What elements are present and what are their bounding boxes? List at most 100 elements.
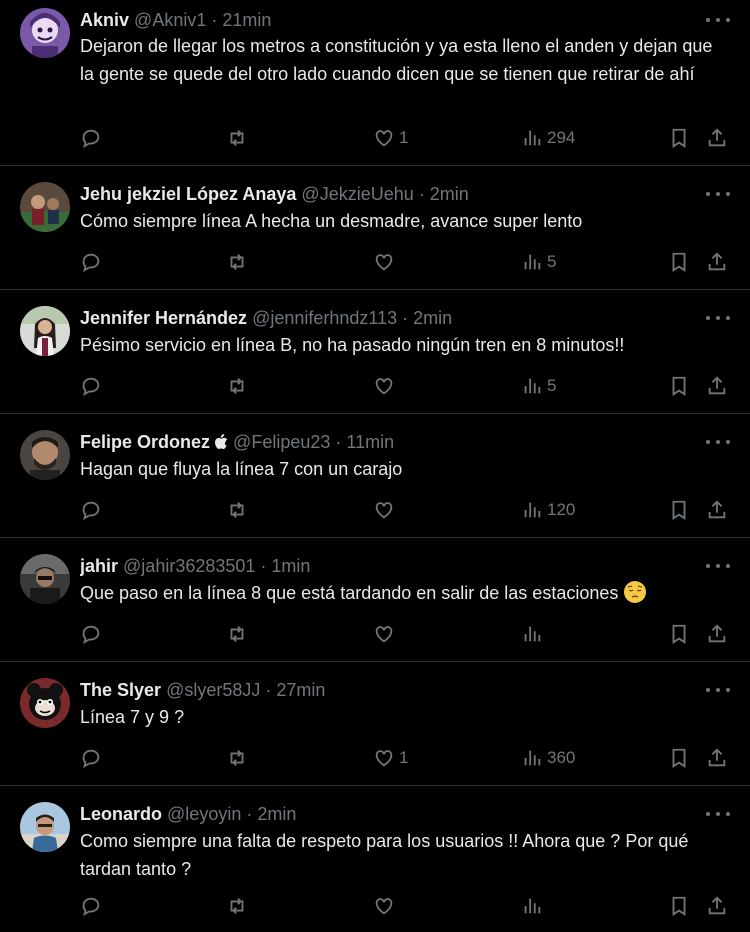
- views-button[interactable]: 5: [521, 371, 556, 401]
- views-button[interactable]: 120: [521, 495, 575, 525]
- timestamp[interactable]: 27min: [276, 680, 325, 700]
- share-button[interactable]: [706, 247, 728, 277]
- bookmark-button[interactable]: [668, 743, 690, 773]
- more-icon[interactable]: [706, 14, 730, 26]
- timestamp[interactable]: 21min: [222, 10, 271, 30]
- user-handle[interactable]: @Akniv1: [134, 10, 206, 30]
- like-button[interactable]: 1: [373, 743, 408, 773]
- share-icon: [706, 499, 728, 521]
- tweet-text: Hagan que fluya la línea 7 con un carajo: [80, 459, 403, 479]
- views-button[interactable]: 360: [521, 743, 575, 773]
- retweet-button[interactable]: [226, 619, 248, 649]
- reply-button[interactable]: [80, 743, 102, 773]
- avatar[interactable]: [20, 306, 70, 356]
- avatar[interactable]: [20, 802, 70, 852]
- avatar[interactable]: [20, 182, 70, 232]
- display-name[interactable]: Leonardo: [80, 804, 162, 824]
- tweet-text: Que paso en la línea 8 que está tardando…: [80, 583, 619, 603]
- bookmark-button[interactable]: [668, 371, 690, 401]
- views-button[interactable]: 294: [521, 123, 575, 153]
- reply-button[interactable]: [80, 247, 102, 277]
- like-button[interactable]: [373, 495, 399, 525]
- retweet-button[interactable]: [226, 743, 248, 773]
- pensive-face-emoji: [623, 580, 647, 604]
- user-handle[interactable]: @jenniferhndz113: [252, 308, 397, 328]
- timestamp[interactable]: 1min: [271, 556, 310, 576]
- retweet-button[interactable]: [226, 123, 248, 153]
- display-name[interactable]: Jehu jekziel López Anaya: [80, 184, 296, 204]
- bookmark-button[interactable]: [668, 495, 690, 525]
- share-button[interactable]: [706, 371, 728, 401]
- bookmark-icon: [668, 375, 690, 397]
- bookmark-icon: [668, 127, 690, 149]
- avatar[interactable]: [20, 8, 70, 58]
- user-handle[interactable]: @slyer58JJ: [166, 680, 260, 700]
- share-button[interactable]: [706, 619, 728, 649]
- retweet-icon: [226, 251, 248, 273]
- more-icon[interactable]: [706, 312, 730, 324]
- more-icon[interactable]: [706, 436, 730, 448]
- tweet[interactable]: Jennifer Hernández @jenniferhndz113 · 2m…: [0, 290, 750, 414]
- timestamp[interactable]: 2min: [413, 308, 452, 328]
- like-button[interactable]: [373, 371, 399, 401]
- timestamp[interactable]: 2min: [257, 804, 296, 824]
- bookmark-button[interactable]: [668, 247, 690, 277]
- like-button[interactable]: [373, 891, 399, 921]
- share-button[interactable]: [706, 495, 728, 525]
- bookmark-icon: [668, 499, 690, 521]
- display-name[interactable]: Felipe Ordonez: [80, 432, 210, 452]
- like-button[interactable]: 1: [373, 123, 408, 153]
- like-button[interactable]: [373, 619, 399, 649]
- tweet[interactable]: Akniv @Akniv1 · 21min Dejaron de llegar …: [0, 0, 750, 166]
- reply-button[interactable]: [80, 891, 102, 921]
- display-name[interactable]: The Slyer: [80, 680, 161, 700]
- avatar[interactable]: [20, 678, 70, 728]
- share-icon: [706, 895, 728, 917]
- reply-button[interactable]: [80, 371, 102, 401]
- views-button[interactable]: [521, 891, 547, 921]
- timestamp[interactable]: 11min: [346, 432, 394, 452]
- user-handle[interactable]: @Felipeu23: [233, 432, 330, 452]
- retweet-button[interactable]: [226, 495, 248, 525]
- views-button[interactable]: [521, 619, 547, 649]
- tweet[interactable]: Jehu jekziel López Anaya @JekzieUehu · 2…: [0, 166, 750, 290]
- more-icon[interactable]: [706, 560, 730, 572]
- views-icon: [521, 251, 543, 273]
- avatar[interactable]: [20, 554, 70, 604]
- retweet-button[interactable]: [226, 891, 248, 921]
- user-handle[interactable]: @jahir36283501: [123, 556, 255, 576]
- reply-button[interactable]: [80, 123, 102, 153]
- display-name[interactable]: Akniv: [80, 10, 129, 30]
- share-button[interactable]: [706, 743, 728, 773]
- reply-icon: [80, 251, 102, 273]
- tweet[interactable]: The Slyer @slyer58JJ · 27min Línea 7 y 9…: [0, 662, 750, 786]
- bookmark-button[interactable]: [668, 619, 690, 649]
- share-icon: [706, 127, 728, 149]
- more-icon[interactable]: [706, 188, 730, 200]
- separator: ·: [397, 308, 414, 328]
- share-button[interactable]: [706, 891, 728, 921]
- tweet[interactable]: jahir @jahir36283501 · 1min Que paso en …: [0, 538, 750, 662]
- retweet-button[interactable]: [226, 371, 248, 401]
- display-name[interactable]: jahir: [80, 556, 118, 576]
- views-count: 120: [547, 500, 576, 519]
- retweet-button[interactable]: [226, 247, 248, 277]
- tweet[interactable]: Leonardo @leyoyin · 2min Como siempre un…: [0, 786, 750, 932]
- more-icon[interactable]: [706, 684, 730, 696]
- bookmark-icon: [668, 251, 690, 273]
- tweet[interactable]: Felipe Ordonez @Felipeu23 · 11min Hagan …: [0, 414, 750, 538]
- bookmark-button[interactable]: [668, 891, 690, 921]
- more-icon[interactable]: [706, 808, 730, 820]
- user-handle[interactable]: @JekzieUehu: [301, 184, 413, 204]
- like-button[interactable]: [373, 247, 399, 277]
- reply-button[interactable]: [80, 619, 102, 649]
- bookmark-button[interactable]: [668, 123, 690, 153]
- reply-button[interactable]: [80, 495, 102, 525]
- avatar[interactable]: [20, 430, 70, 480]
- timestamp[interactable]: 2min: [430, 184, 469, 204]
- views-button[interactable]: 5: [521, 247, 556, 277]
- tweet-text: Dejaron de llegar los metros a constituc…: [80, 36, 713, 84]
- user-handle[interactable]: @leyoyin: [167, 804, 241, 824]
- display-name[interactable]: Jennifer Hernández: [80, 308, 247, 328]
- share-button[interactable]: [706, 123, 728, 153]
